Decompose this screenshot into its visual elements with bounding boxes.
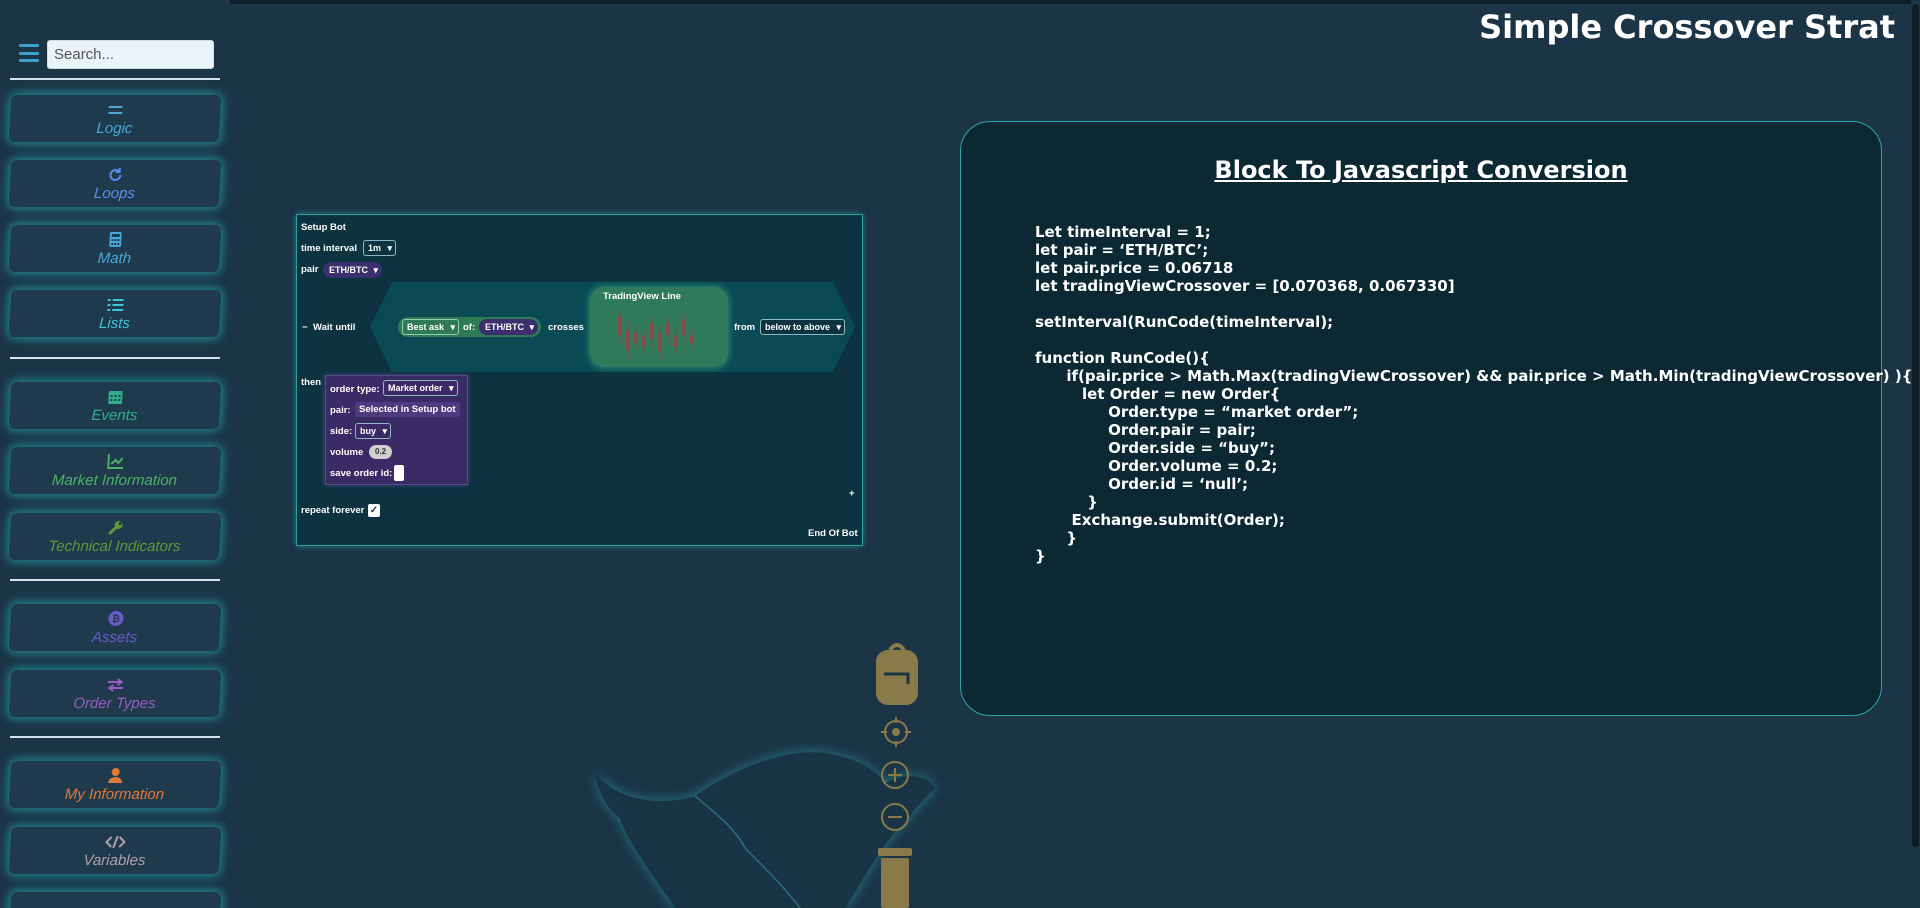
code-line: setInterval(RunCode(timeInterval);: [1035, 313, 1334, 331]
sidebar-divider: [10, 78, 220, 80]
order-pair-value: Selected in Setup bot: [355, 402, 460, 417]
sidebar-item-math[interactable]: Math: [8, 225, 222, 272]
code-line: Order.pair = pair;: [1035, 421, 1256, 439]
code-line: }: [1035, 529, 1078, 547]
sidebar-item-label: Order Types: [72, 694, 157, 712]
code-line: let tradingViewCrossover = [0.070368, 0.…: [1035, 277, 1455, 295]
code-line: Order.id = ‘null’;: [1035, 475, 1249, 493]
code-line: }: [1035, 493, 1098, 511]
code-panel: Block To Javascript Conversion Let timeI…: [960, 121, 1912, 716]
sidebar-item-order-types[interactable]: Order Types: [8, 670, 222, 717]
trash-icon[interactable]: [872, 848, 918, 908]
repeat-forever-checkbox[interactable]: ✓: [368, 504, 380, 517]
collapse-toggle[interactable]: −: [302, 322, 308, 333]
volume-label: volume: [330, 447, 364, 458]
best-ask-dropdown[interactable]: Best ask: [402, 319, 460, 335]
sidebar-item-label: Math: [97, 249, 132, 267]
code-line: Let timeInterval = 1;: [1035, 223, 1211, 241]
then-label: then: [301, 377, 322, 388]
order-type-label: order type:: [330, 384, 380, 395]
sidebar-item-technical-indicators[interactable]: Technical Indicators: [8, 513, 222, 560]
sidebar-divider: [10, 357, 220, 359]
page-title: Simple Crossover Strat: [1479, 8, 1895, 46]
sidebar-item-label: Assets: [91, 628, 138, 646]
code-line: if(pair.price > Math.Max(tradingViewCros…: [1035, 367, 1913, 385]
of-pair-dropdown[interactable]: ETH/BTC: [479, 319, 538, 335]
scrollbar-thumb[interactable]: [1912, 4, 1919, 847]
search-input[interactable]: [47, 40, 214, 69]
sidebar-item-label: Loops: [93, 184, 136, 202]
code-line: Order.side = “buy”;: [1035, 439, 1276, 457]
sidebar-item-label: My Information: [64, 785, 165, 803]
code-line: }: [1035, 547, 1046, 565]
backpack-icon[interactable]: [874, 642, 920, 705]
wait-until-label: Wait until: [313, 322, 356, 333]
chart-line-icon: [107, 453, 124, 471]
code-line: function RunCode(){: [1035, 349, 1210, 367]
svg-text:₿: ₿: [111, 613, 120, 625]
from-label: from: [734, 322, 756, 333]
end-of-bot-label: End Of Bot: [808, 528, 858, 539]
code-line: let pair = ‘ETH/BTC’;: [1035, 241, 1209, 259]
save-order-id-label: save order id:: [330, 468, 393, 479]
pair-label: pair: [301, 264, 319, 275]
repeat-forever-label: repeat forever: [301, 505, 365, 516]
order-pair-label: pair:: [330, 405, 351, 416]
user-icon: [108, 767, 123, 785]
sidebar-item-label: Technical Indicators: [48, 537, 181, 555]
calendar-icon: [108, 388, 123, 406]
sidebar: Logic Loops Math Lists Events Market Inf…: [0, 0, 230, 908]
sidebar-item-market-information[interactable]: Market Information: [8, 447, 222, 494]
sidebar-item-variables[interactable]: Variables: [8, 827, 222, 874]
sidebar-item-loops[interactable]: Loops: [8, 160, 222, 207]
pair-dropdown[interactable]: ETH/BTC: [323, 262, 382, 278]
volume-input[interactable]: 0.2: [369, 445, 393, 459]
direction-dropdown[interactable]: below to above: [760, 319, 846, 335]
setup-bot-label: Setup Bot: [301, 222, 346, 233]
top-border: [0, 0, 1920, 4]
sidebar-item-my-information[interactable]: My Information: [8, 761, 222, 808]
sidebar-item-label: Lists: [98, 314, 131, 332]
time-interval-label: time interval: [301, 243, 357, 254]
calculator-icon: [109, 231, 122, 249]
save-order-id-input[interactable]: [394, 465, 404, 481]
exchange-icon: [106, 676, 125, 694]
code-line: Exchange.submit(Order);: [1035, 511, 1285, 529]
sidebar-item-more[interactable]: [8, 892, 222, 908]
order-type-dropdown[interactable]: Market order: [383, 380, 458, 396]
add-block-button[interactable]: +: [849, 488, 855, 499]
code-line: let Order = new Order{: [1035, 385, 1281, 403]
equals-icon: [108, 101, 123, 119]
code-panel-title: Block To Javascript Conversion: [1214, 156, 1628, 184]
bitcoin-icon: ₿: [107, 610, 124, 628]
sidebar-divider: [10, 736, 220, 738]
refresh-icon: [107, 166, 124, 184]
sidebar-item-lists[interactable]: Lists: [8, 290, 222, 337]
side-dropdown[interactable]: buy: [355, 423, 392, 439]
sidebar-item-logic[interactable]: Logic: [8, 95, 222, 142]
code-icon: [105, 833, 126, 851]
zoom-out-icon[interactable]: [880, 802, 910, 832]
candlestick-chart-icon: [618, 310, 694, 360]
list-icon: [107, 296, 124, 314]
recenter-icon[interactable]: [880, 716, 912, 748]
sidebar-item-assets[interactable]: ₿ Assets: [8, 604, 222, 651]
sidebar-item-label: Events: [91, 406, 138, 424]
code-line: Order.type = “market order”;: [1035, 403, 1359, 421]
sidebar-item-label: Logic: [96, 119, 133, 137]
side-label: side:: [330, 426, 353, 437]
code-line: let pair.price = 0.06718: [1035, 259, 1234, 277]
time-interval-dropdown[interactable]: 1m: [363, 240, 397, 256]
of-label: of:: [463, 322, 476, 333]
menu-icon[interactable]: [19, 44, 39, 62]
code-line: Order.volume = 0.2;: [1035, 457, 1278, 475]
crosses-label: crosses: [548, 322, 584, 333]
sidebar-divider: [10, 579, 220, 581]
tradingview-line-label: TradingView Line: [603, 291, 681, 302]
zoom-in-icon[interactable]: [880, 760, 910, 790]
wrench-icon: [107, 519, 124, 537]
sidebar-item-label: Variables: [83, 851, 146, 869]
sidebar-item-events[interactable]: Events: [8, 382, 222, 429]
sidebar-item-label: Market Information: [51, 471, 178, 489]
